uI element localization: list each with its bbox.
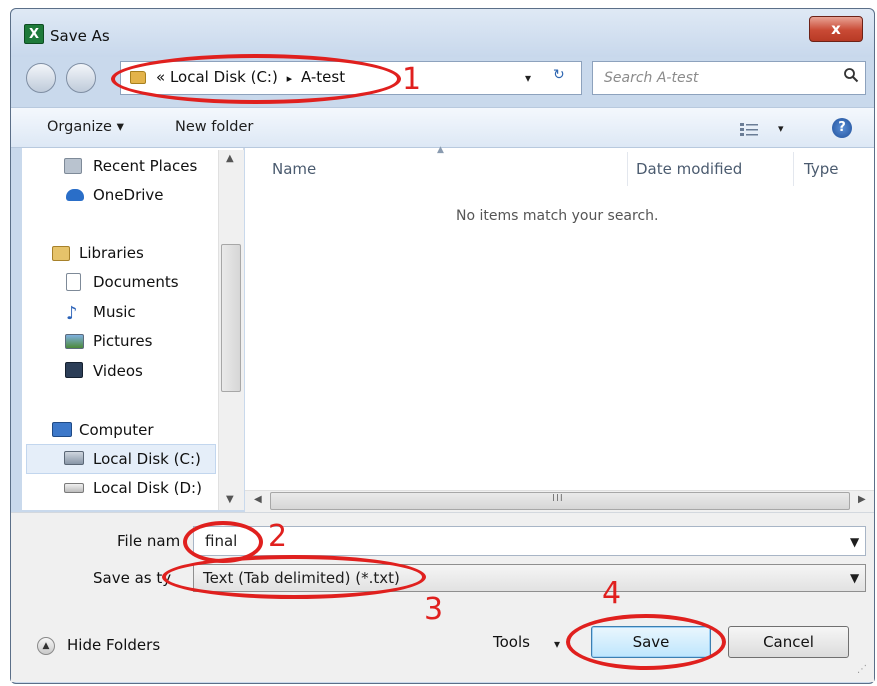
drive-c-icon [64,451,84,465]
nav-item-recent-places[interactable]: Recent Places [93,157,197,175]
file-list-pane [245,148,874,510]
column-header-type[interactable]: Type [804,160,838,178]
libraries-icon [52,246,70,261]
column-header-date-modified[interactable]: Date modified [636,160,742,178]
organize-button[interactable]: Organize ▾ [47,119,124,135]
music-icon: ♪ [66,303,78,324]
help-icon[interactable]: ? [832,118,852,138]
scroll-left-icon[interactable]: ◀ [254,494,262,505]
resize-grip-icon[interactable]: ⋰ [857,664,867,675]
nav-item-music[interactable]: Music [93,303,136,321]
save-as-type-dropdown-icon[interactable]: ▼ [850,571,859,585]
hide-folders-button[interactable]: Hide Folders [67,636,160,654]
column-divider[interactable] [627,152,628,186]
back-button[interactable] [26,63,56,93]
nav-item-local-disk-c[interactable]: Local Disk (C:) [93,450,201,468]
drive-d-icon [64,483,84,493]
file-name-dropdown-icon[interactable]: ▼ [850,535,859,549]
videos-icon [65,362,83,378]
tools-dropdown-icon[interactable]: ▾ [554,637,560,651]
nav-item-onedrive[interactable]: OneDrive [93,186,164,204]
nav-item-videos[interactable]: Videos [93,362,143,380]
collapse-icon[interactable]: ▲ [37,637,55,655]
forward-button[interactable] [66,63,96,93]
nav-item-local-disk-d[interactable]: Local Disk (D:) [93,479,202,497]
onedrive-icon [66,189,84,201]
scroll-down-icon[interactable]: ▼ [226,494,234,505]
search-input[interactable]: Search A-test [604,70,698,86]
annotation-ring-save-type [162,555,426,599]
column-divider[interactable] [793,152,794,186]
scroll-right-icon[interactable]: ▶ [858,494,866,505]
new-folder-button[interactable]: New folder [175,119,253,135]
computer-icon [52,422,72,437]
cancel-button[interactable]: Cancel [728,626,849,658]
nav-item-documents[interactable]: Documents [93,273,179,291]
dialog-title: Save As [50,27,110,45]
address-dropdown-icon[interactable]: ▾ [525,71,531,85]
nav-item-libraries[interactable]: Libraries [79,244,144,262]
scroll-grip-icon: III [552,493,564,504]
file-name-label: File nam [117,532,181,550]
close-button[interactable]: x [809,16,863,42]
search-icon[interactable] [843,67,859,87]
title-bar [11,9,874,57]
documents-icon [66,273,81,291]
view-options-icon[interactable] [739,121,765,137]
nav-item-computer[interactable]: Computer [79,421,154,439]
excel-icon: X [24,24,44,44]
recent-places-icon [64,158,82,174]
file-name-field[interactable] [193,526,866,556]
scroll-up-icon[interactable]: ▲ [226,153,234,164]
view-dropdown-icon[interactable]: ▾ [778,122,784,135]
save-as-type-label: Save as ty [93,569,172,587]
annotation-number-3: 3 [424,592,444,627]
sort-arrow-icon: ▲ [437,145,444,155]
annotation-ring-save [566,614,726,670]
annotation-number-4: 4 [602,576,622,611]
column-header-name[interactable]: Name [272,160,316,178]
nav-item-pictures[interactable]: Pictures [93,332,152,350]
tools-button[interactable]: Tools [493,633,530,651]
save-as-dialog: X Save As x « Local Disk (C:) ▸ A-test ▾… [0,0,877,686]
annotation-ring-address [111,54,401,104]
pictures-icon [65,334,84,349]
annotation-number-1: 1 [402,62,422,97]
refresh-icon[interactable]: ↻ [553,67,565,83]
nav-scroll-thumb[interactable] [221,244,241,392]
annotation-number-2: 2 [268,519,288,554]
empty-folder-message: No items match your search. [456,208,659,224]
